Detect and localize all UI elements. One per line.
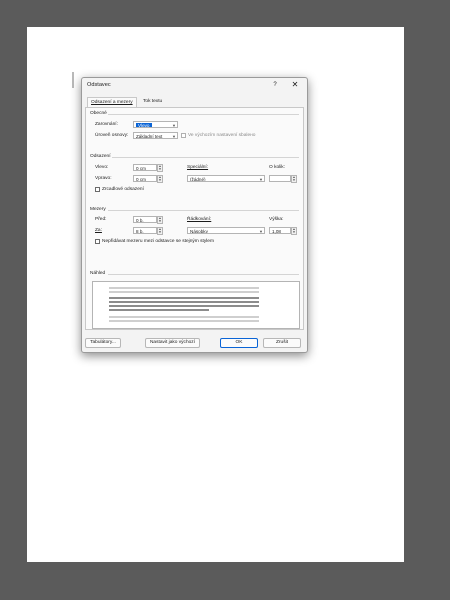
spacing-after-input[interactable]: 8 b. <box>133 227 157 234</box>
special-indent-value: (žádné) <box>190 177 206 182</box>
indent-left-stepper[interactable]: ▲ ▼ <box>157 163 163 172</box>
line-spacing-at-input[interactable]: 1,08 <box>269 227 291 234</box>
spacing-before-label: Před: <box>95 217 107 222</box>
outline-level-value: Základní text <box>136 134 163 139</box>
preview-previous-line <box>109 291 259 293</box>
spacing-divider <box>108 210 299 211</box>
preview-sample-line <box>109 301 259 303</box>
dont-add-space-label: Nepřidávat mezeru mezi odstavce se stejn… <box>102 239 214 244</box>
dont-add-space-checkbox[interactable] <box>95 239 100 244</box>
cancel-button[interactable]: Zrušit <box>263 338 301 348</box>
text-cursor-marker <box>72 72 74 88</box>
outline-level-select[interactable]: Základní text ▼ <box>133 132 178 139</box>
mirror-indents-label: Zrcadlové odsazení <box>102 187 144 192</box>
indent-right-input[interactable]: 0 cm <box>133 175 157 182</box>
chevron-down-icon: ▼ <box>172 134 176 139</box>
alignment-label: Zarovnání: <box>95 122 118 127</box>
tab-panel: Obecné Zarovnání: Vlevo ▼ Úroveň osnovy:… <box>85 107 304 330</box>
indent-heading: Odsazení <box>90 154 111 159</box>
tabs-button[interactable]: Tabulátory... <box>85 338 121 348</box>
special-indent-select[interactable]: (žádné) ▼ <box>187 175 265 182</box>
special-indent-label: Speciální: <box>187 165 209 170</box>
line-spacing-label: Řádkování: <box>187 217 212 222</box>
ok-button[interactable]: OK <box>220 338 258 348</box>
indent-by-stepper[interactable]: ▲ ▼ <box>291 174 297 183</box>
preview-following-line <box>109 320 259 322</box>
chevron-down-icon: ▼ <box>172 123 176 128</box>
set-as-default-button[interactable]: Nastavit jako výchozí <box>145 338 200 348</box>
collapsed-default-checkbox[interactable] <box>181 133 186 138</box>
indent-left-label: Vlevo: <box>95 165 109 170</box>
alignment-select[interactable]: Vlevo ▼ <box>133 121 178 128</box>
preview-sample-line <box>109 305 259 307</box>
spacing-after-label: Za: <box>95 228 102 233</box>
spacing-before-input[interactable]: 0 b. <box>133 216 157 223</box>
indent-by-input[interactable] <box>269 175 291 182</box>
line-spacing-at-stepper[interactable]: ▲ ▼ <box>291 226 297 235</box>
collapsed-default-label: Ve výchozím nastavení sbalено <box>188 133 256 138</box>
spacing-after-stepper[interactable]: ▲ ▼ <box>157 226 163 235</box>
dialog-title: Odstavec <box>87 82 111 88</box>
preview-following-line <box>109 316 259 318</box>
indent-left-input[interactable]: 0 cm <box>133 164 157 171</box>
general-heading: Obecné <box>90 111 107 116</box>
paragraph-preview <box>92 281 300 329</box>
indent-right-label: Vpravo: <box>95 176 112 181</box>
indent-divider <box>112 157 299 158</box>
mirror-indents-checkbox[interactable] <box>95 187 100 192</box>
indent-right-stepper[interactable]: ▲ ▼ <box>157 174 163 183</box>
indent-by-label: O kolik: <box>269 165 285 170</box>
line-spacing-value: Násobky <box>190 229 208 234</box>
dialog-titlebar: Odstavec ? ✕ <box>82 78 307 92</box>
line-spacing-select[interactable]: Násobky ▼ <box>187 227 265 234</box>
preview-divider <box>108 274 299 275</box>
alignment-value: Vlevo <box>136 123 152 128</box>
outline-level-label: Úroveň osnovy: <box>95 133 129 138</box>
close-button[interactable]: ✕ <box>289 80 301 90</box>
general-divider <box>108 114 299 115</box>
preview-previous-line <box>109 287 259 289</box>
preview-sample-line <box>109 297 259 299</box>
line-spacing-at-label: Výška: <box>269 217 284 222</box>
preview-sample-line <box>109 309 209 311</box>
preview-heading: Náhled <box>90 271 106 276</box>
spacing-before-stepper[interactable]: ▲ ▼ <box>157 215 163 224</box>
chevron-down-icon: ▼ <box>259 177 263 182</box>
chevron-down-icon: ▼ <box>259 229 263 234</box>
tab-line-page-breaks[interactable]: Tok textu <box>140 97 165 107</box>
spacing-heading: Mezery <box>90 207 106 212</box>
help-button[interactable]: ? <box>270 80 280 90</box>
paragraph-dialog: Odstavec ? ✕ Odsazení a mezery Tok textu… <box>81 77 308 353</box>
